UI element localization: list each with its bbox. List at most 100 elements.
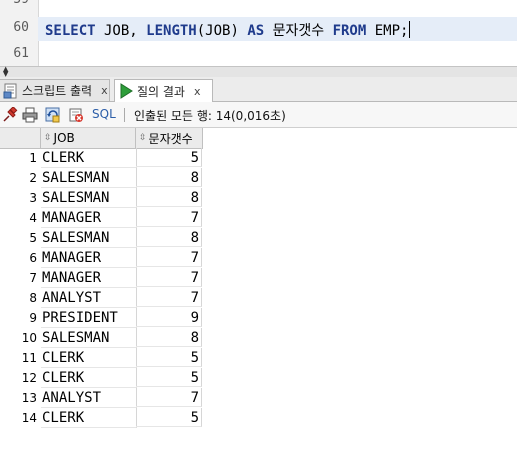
cell-char-count[interactable]: 9 — [136, 308, 202, 327]
cell-char-count[interactable]: 7 — [136, 288, 202, 307]
tab-label: 질의 결과 — [137, 84, 185, 99]
cell-job[interactable]: ANALYST — [41, 388, 137, 408]
tab-query-result[interactable]: 질의 결과 x — [114, 79, 213, 102]
table-row[interactable]: 8 ANALYST 7 — [0, 288, 203, 308]
cell-job[interactable]: SALESMAN — [41, 188, 137, 208]
column-header-label: JOB — [53, 131, 75, 145]
cell-char-count[interactable]: 7 — [136, 248, 202, 267]
row-number: 1 — [29, 151, 37, 165]
cell-char-count[interactable]: 5 — [136, 148, 202, 167]
cell-char-count[interactable]: 8 — [136, 228, 202, 247]
panel-splitter[interactable]: ▲ ▼ — [0, 66, 517, 78]
row-number: 2 — [29, 171, 37, 185]
line-number: 61 — [13, 46, 29, 61]
fetch-status-text: 인출된 모든 행: 14(0,016초) — [134, 109, 286, 123]
cell-job[interactable]: MANAGER — [41, 268, 137, 288]
cell-char-count[interactable]: 5 — [136, 368, 202, 387]
cell-job[interactable]: MANAGER — [41, 248, 137, 268]
row-number-header — [0, 128, 41, 148]
column-header-label: 문자갯수 — [148, 131, 193, 146]
table-row[interactable]: 7 MANAGER 7 — [0, 268, 203, 288]
cell-char-count[interactable]: 7 — [136, 268, 202, 287]
column-alias: 문자갯수 — [272, 23, 325, 39]
result-toolbar: SQL 인출된 모든 행: 14(0,016초) — [0, 102, 517, 128]
result-tab-bar: 스크립트 출력 x 질의 결과 x — [0, 77, 517, 102]
row-number: 11 — [21, 351, 37, 365]
table-row[interactable]: 14 CLERK 5 — [0, 408, 203, 428]
table-row[interactable]: 1 CLERK 5 — [0, 148, 203, 168]
row-number: 13 — [21, 391, 37, 405]
table-row[interactable]: 3 SALESMAN 8 — [0, 188, 203, 208]
row-number: 6 — [29, 251, 37, 265]
code-text: EMP; — [366, 23, 409, 39]
line-number: 59 — [13, 0, 29, 7]
refresh-icon[interactable] — [45, 107, 61, 123]
table-row[interactable]: 10 SALESMAN 8 — [0, 328, 203, 348]
run-green-triangle-icon — [118, 83, 134, 99]
splitter-arrows-icon[interactable]: ▲ ▼ — [3, 66, 8, 78]
table-row[interactable]: 6 MANAGER 7 — [0, 248, 203, 268]
code-text: JOB, — [95, 23, 147, 39]
cell-char-count[interactable]: 8 — [136, 188, 202, 207]
column-header-count[interactable]: ⇳ 문자갯수 — [136, 128, 203, 148]
table-row[interactable]: 13 ANALYST 7 — [0, 388, 203, 408]
cell-char-count[interactable]: 7 — [136, 388, 202, 407]
table-row[interactable]: 9 PRESIDENT 9 — [0, 308, 203, 328]
row-number: 14 — [21, 411, 37, 425]
row-number: 12 — [21, 371, 37, 385]
current-code-line[interactable]: SELECT JOB, LENGTH(JOB) AS 문자갯수 FROM EMP… — [38, 17, 517, 41]
cell-char-count[interactable]: 8 — [136, 328, 202, 347]
tab-script-output[interactable]: 스크립트 출력 x — [0, 79, 110, 101]
row-number: 8 — [29, 291, 37, 305]
table-row[interactable]: 5 SALESMAN 8 — [0, 228, 203, 248]
cell-job[interactable]: ANALYST — [41, 288, 137, 308]
tab-label: 스크립트 출력 — [22, 84, 93, 98]
tab-close-button[interactable]: x — [194, 85, 201, 98]
cell-job[interactable]: CLERK — [41, 348, 137, 368]
cell-char-count[interactable]: 7 — [136, 208, 202, 227]
keyword-select: SELECT — [45, 23, 96, 39]
result-grid[interactable]: ⇳ JOB ⇳ 문자갯수 1 CLERK 5 2 SALESMAN 8 3 SALESMAN 8… — [0, 128, 517, 471]
cell-job[interactable]: CLERK — [41, 408, 137, 428]
cell-char-count[interactable]: 5 — [136, 408, 202, 427]
script-output-icon — [3, 83, 19, 99]
row-number: 10 — [21, 331, 37, 345]
sort-arrows-icon[interactable]: ⇳ — [139, 133, 147, 143]
table-row[interactable]: 11 CLERK 5 — [0, 348, 203, 368]
sql-button[interactable]: SQL — [92, 107, 116, 121]
row-number: 4 — [29, 211, 37, 225]
cell-job[interactable]: CLERK — [41, 148, 137, 168]
keyword-length: LENGTH — [146, 23, 197, 39]
cell-char-count[interactable]: 8 — [136, 168, 202, 187]
cell-job[interactable]: SALESMAN — [41, 328, 137, 348]
sql-statement[interactable]: SELECT JOB, LENGTH(JOB) AS 문자갯수 FROM EMP… — [45, 20, 411, 40]
cell-job[interactable]: SALESMAN — [41, 228, 137, 248]
grid-header: ⇳ JOB ⇳ 문자갯수 — [0, 128, 203, 149]
row-number: 3 — [29, 191, 37, 205]
pin-icon[interactable] — [2, 106, 18, 123]
cell-job[interactable]: PRESIDENT — [41, 308, 137, 328]
cell-job[interactable]: CLERK — [41, 368, 137, 388]
cell-char-count[interactable]: 5 — [136, 348, 202, 367]
line-number-gutter: 59 60 61 — [0, 0, 39, 66]
table-row[interactable]: 12 CLERK 5 — [0, 368, 203, 388]
cell-job[interactable]: MANAGER — [41, 208, 137, 228]
row-number: 7 — [29, 271, 37, 285]
sql-editor[interactable]: 59 60 61 SELECT JOB, LENGTH(JOB) AS 문자갯수… — [0, 0, 517, 66]
code-text: (JOB) — [196, 23, 248, 39]
keyword-as: AS — [247, 23, 265, 39]
cell-job[interactable]: SALESMAN — [41, 168, 137, 188]
export-icon[interactable] — [68, 107, 84, 123]
table-row[interactable]: 4 MANAGER 7 — [0, 208, 203, 228]
sort-arrows-icon[interactable]: ⇳ — [44, 133, 52, 143]
table-row[interactable]: 2 SALESMAN 8 — [0, 168, 203, 188]
keyword-from: FROM — [332, 23, 367, 39]
tab-close-button[interactable]: x — [101, 84, 108, 97]
line-number: 60 — [13, 20, 29, 35]
column-header-job[interactable]: ⇳ JOB — [41, 128, 136, 148]
row-number: 5 — [29, 231, 37, 245]
print-icon[interactable] — [22, 107, 38, 123]
text-caret — [409, 21, 411, 38]
